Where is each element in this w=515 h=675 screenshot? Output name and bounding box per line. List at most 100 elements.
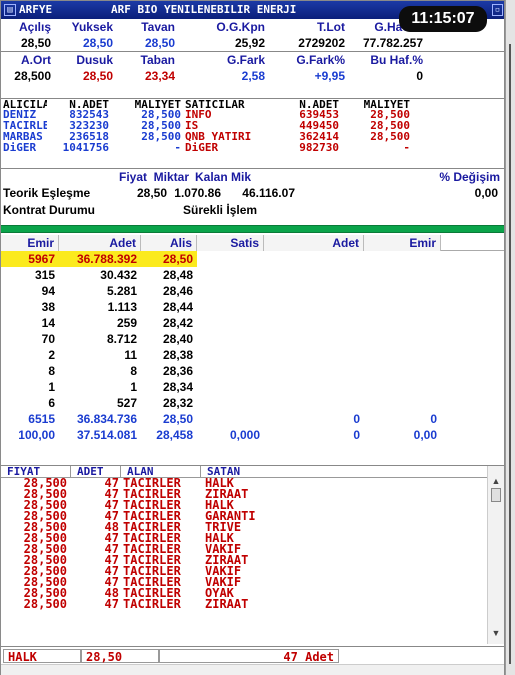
scroll-down-icon[interactable]: ▼ <box>488 626 504 640</box>
seller-cost: 28,500 <box>370 109 410 120</box>
ask-orders <box>364 347 441 363</box>
trade-row[interactable]: 28,500 47 TACIRLER GARANTI <box>1 510 504 522</box>
buyer-qty: 832543 <box>69 109 109 120</box>
bid-orders: 8 <box>48 364 55 378</box>
bid-price: 28,46 <box>162 284 193 298</box>
bid-orders: 94 <box>41 284 55 298</box>
ask-orders <box>364 299 441 315</box>
trade-price-header[interactable]: FIYAT <box>1 466 71 478</box>
bid-qty: 30.432 <box>100 268 137 282</box>
order-book-row[interactable]: 70 8.712 28,40 <box>1 331 504 347</box>
bid-qty: 5.281 <box>106 284 137 298</box>
horizontal-scrollbar[interactable] <box>1 664 504 675</box>
broker-row[interactable]: MARBAS 236518 28,500 QNB YATIRI 362414 28,500 <box>1 131 504 142</box>
ask-orders <box>364 395 441 411</box>
order-book-row[interactable]: 14 259 28,42 <box>1 315 504 331</box>
bid-qty: 8 <box>130 364 137 378</box>
restore-icon[interactable]: ▫ <box>492 4 503 16</box>
trade-row[interactable]: 28,500 47 TACIRLER ZIRAAT <box>1 554 504 566</box>
theoretical-label: Teorik Eşleşme <box>3 186 91 200</box>
bid-orders: 1 <box>48 380 55 394</box>
trade-row[interactable]: 28,500 48 TACIRLER OYAK <box>1 587 504 599</box>
system-menu-icon[interactable]: ▤ <box>4 4 16 16</box>
trade-row[interactable]: 28,500 47 TACIRLER ZIRAAT <box>1 597 504 611</box>
scroll-up-icon[interactable]: ▲ <box>488 474 504 488</box>
trade-row[interactable]: 28,500 47 TACIRLER HALK <box>1 478 504 489</box>
buyer-cost: 28,500 <box>141 120 181 131</box>
trade-row[interactable]: 28,500 47 TACIRLER ZIRAAT <box>1 488 504 500</box>
trade-seller-header[interactable]: SATAN <box>201 466 329 478</box>
stat-header: Taban <box>140 53 175 67</box>
order-book-average-row[interactable]: 100,00 37.514.081 28,458 0,000 0 0,00 <box>1 427 504 443</box>
symbol-label: ARFYE <box>19 3 53 16</box>
avg-value: 28,500 <box>14 69 51 83</box>
seller-qty: 449450 <box>299 120 339 131</box>
theoretical-values-row: Teorik Eşleşme 28,50 1.070.86 46.116.07 … <box>1 185 504 202</box>
order-book-row[interactable]: 38 1.113 28,44 <box>1 299 504 315</box>
ask-price <box>197 411 264 427</box>
broker-rows: DENIZ 832543 28,500 INFO 639453 28,500 TACIRLE… <box>1 109 504 153</box>
trade-row[interactable]: 28,500 47 TACIRLER VAKIF <box>1 576 504 588</box>
broker-row[interactable]: DENIZ 832543 28,500 INFO 639453 28,500 <box>1 109 504 120</box>
seller-name: DiGER <box>185 142 219 153</box>
qty-header: Miktar <box>153 170 189 184</box>
trade-row[interactable]: 28,500 47 TACIRLER HALK <box>1 532 504 544</box>
order-book-row[interactable]: 2 11 28,38 <box>1 347 504 363</box>
trade-log-scrollbar[interactable]: ▲ ▼ <box>487 466 504 644</box>
trade-row[interactable]: 28,500 47 TACIRLER VAKIF <box>1 565 504 577</box>
order-book-row[interactable]: 315 30.432 28,48 <box>1 267 504 283</box>
bid-price: 28,38 <box>162 348 193 362</box>
open-value: 28,50 <box>20 36 51 50</box>
stat-header: Dusuk <box>76 53 113 67</box>
ask-price <box>197 267 264 283</box>
bid-price-header[interactable]: Alis <box>141 235 197 251</box>
bid-qty: 8.712 <box>106 332 137 346</box>
buy-qty-header: N.ADET <box>69 99 109 109</box>
stat-header: G.Fark% <box>296 53 345 67</box>
broker-row[interactable]: DiGER 1041756- DiGER 982730- <box>1 142 504 153</box>
seller-name: QNB YATIRI <box>185 131 252 142</box>
stats-header-row-2: A.Ort Dusuk Taban G.Fark G.Fark% Bu Haf.… <box>1 52 504 68</box>
order-book-row[interactable]: 1 1 28,34 <box>1 379 504 395</box>
order-book-total-row[interactable]: 6515 36.834.736 28,50 0 0 <box>1 411 504 427</box>
floor-value: 23,34 <box>144 69 175 83</box>
order-book-row[interactable]: 6 527 28,32 <box>1 395 504 411</box>
change-pct-header: % Değişim <box>439 170 500 184</box>
trade-rows: 28,500 47 TACIRLER HALK 28,500 47 TACIRLER ZIRA… <box>1 478 504 644</box>
trade-qty: 47 <box>104 597 119 611</box>
bid-qty-header[interactable]: Adet <box>59 235 141 251</box>
bid-orders: 6 <box>48 396 55 410</box>
order-book-row[interactable]: 94 5.281 28,46 <box>1 283 504 299</box>
order-book-row[interactable]: 5967 36.788.392 28,50 <box>1 251 504 267</box>
stat-header: A.Ort <box>21 53 51 67</box>
ask-qty <box>264 379 364 395</box>
ask-orders-header[interactable]: Emir <box>364 235 441 251</box>
ask-qty-header[interactable]: Adet <box>264 235 364 251</box>
contract-label: Kontrat Durumu <box>3 203 95 217</box>
trade-log: FIYAT ADET ALAN SATAN 28,500 47 TACIRLER HA… <box>1 465 504 645</box>
stat-header: O.G.Kpn <box>216 20 265 34</box>
bid-orders-header[interactable]: Emir <box>1 235 59 251</box>
ask-qty <box>264 315 364 331</box>
low-value: 28,50 <box>82 69 113 83</box>
trade-buyer: TACIRLER <box>123 597 181 611</box>
scroll-thumb[interactable] <box>491 488 501 502</box>
trade-row[interactable]: 28,500 48 TACIRLER TRIVE <box>1 521 504 533</box>
ask-qty <box>264 251 364 267</box>
order-book-row[interactable]: 8 8 28,36 <box>1 363 504 379</box>
bid-orders: 14 <box>41 316 55 330</box>
ask-price <box>197 379 264 395</box>
bid-price: 28,42 <box>162 316 193 330</box>
theoretical-header-row: Fiyat Miktar Kalan Mik % Değişim <box>1 169 504 185</box>
ask-qty: 0 <box>353 428 360 442</box>
broker-row[interactable]: TACIRLE 323230 28,500 IS 449450 28,500 <box>1 120 504 131</box>
stat-header: Bu Haf.% <box>370 53 423 67</box>
trade-row[interactable]: 28,500 47 TACIRLER VAKIF <box>1 543 504 555</box>
order-book-rows: 5967 36.788.392 28,50 315 30.432 28,48 94 5.281… <box>1 251 504 443</box>
trade-qty-header[interactable]: ADET <box>71 466 121 478</box>
ask-price <box>197 251 264 267</box>
bid-price: 28,458 <box>156 428 193 442</box>
ask-price-header[interactable]: Satis <box>197 235 264 251</box>
trade-buyer-header[interactable]: ALAN <box>121 466 201 478</box>
bid-qty: 37.514.081 <box>76 428 137 442</box>
